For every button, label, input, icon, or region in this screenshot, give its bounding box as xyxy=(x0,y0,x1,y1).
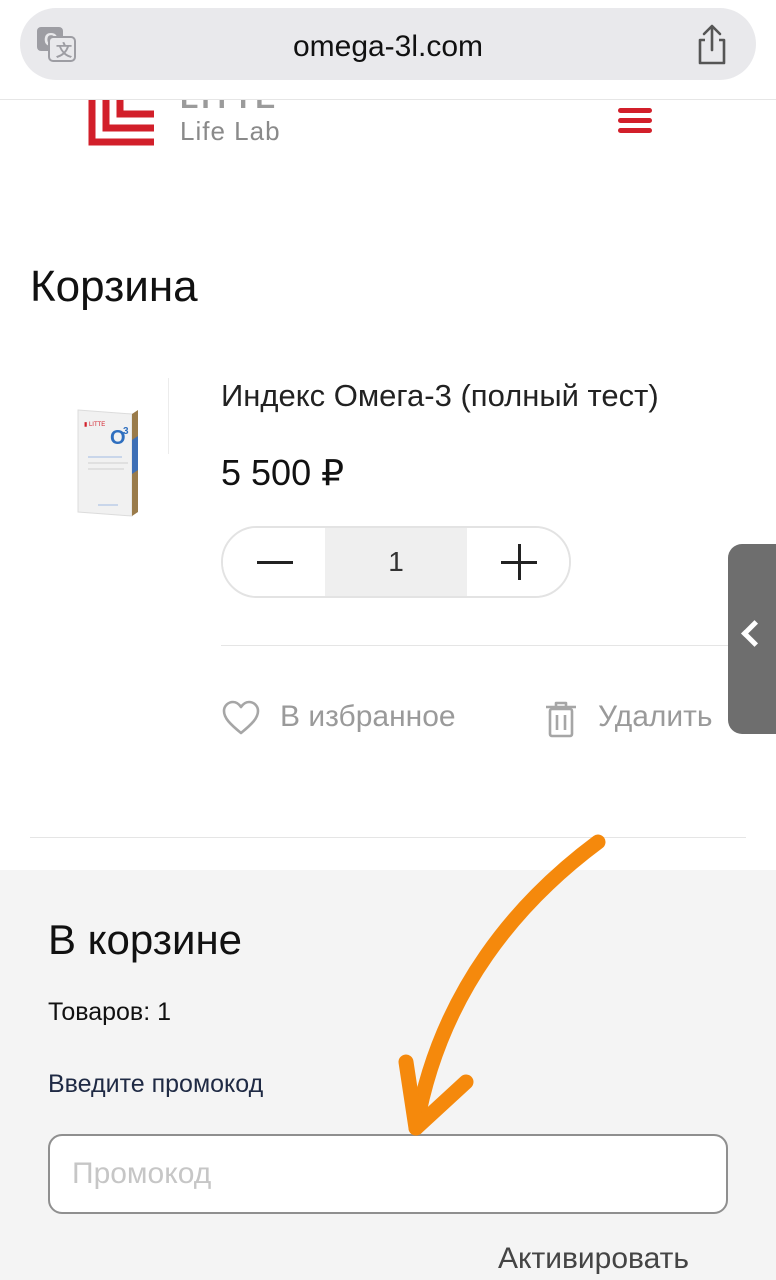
divider xyxy=(30,837,746,838)
browser-toolbar: G 文 omega-3l.com xyxy=(0,0,776,100)
site-logo[interactable]: LITTE Life Lab xyxy=(88,100,308,152)
quantity-value[interactable]: 1 xyxy=(325,528,467,596)
favorites-label: В избранное xyxy=(280,700,456,733)
heart-icon xyxy=(222,700,260,735)
summary-title: В корзине xyxy=(48,916,243,963)
items-count: Товаров: 1 xyxy=(48,998,172,1026)
address-bar[interactable]: G 文 omega-3l.com xyxy=(20,8,756,80)
page-title: Корзина xyxy=(30,262,198,311)
svg-text:3: 3 xyxy=(123,426,129,437)
logo-mark-icon xyxy=(88,100,154,146)
thumb-divider xyxy=(168,378,169,454)
share-icon[interactable] xyxy=(694,24,730,66)
logo-name: LITTE xyxy=(180,100,278,116)
promo-code-label: Введите промокод xyxy=(48,1070,264,1098)
side-panel-toggle[interactable] xyxy=(728,544,776,734)
trash-icon xyxy=(546,701,576,738)
promo-code-input[interactable] xyxy=(48,1134,728,1214)
hamburger-menu-icon[interactable] xyxy=(618,108,652,134)
svg-text:▮ LITTE: ▮ LITTE xyxy=(84,422,105,428)
increase-quantity-button[interactable] xyxy=(467,528,569,596)
activate-promo-button[interactable]: Активировать xyxy=(498,1242,689,1276)
cart-summary: В корзине Товаров: 1 Введите промокод Ак… xyxy=(0,870,776,1280)
logo-subtitle: Life Lab xyxy=(180,116,281,146)
quantity-stepper: 1 xyxy=(221,526,571,598)
divider xyxy=(221,645,741,646)
product-name[interactable]: Индекс Омега-3 (полный тест) xyxy=(221,378,659,414)
product-price: 5 500 ₽ xyxy=(221,452,344,493)
delete-label: Удалить xyxy=(598,700,713,733)
product-image[interactable]: ▮ LITTE O 3 xyxy=(58,380,170,520)
decrease-quantity-button[interactable] xyxy=(223,528,325,596)
url-text[interactable]: omega-3l.com xyxy=(20,30,756,64)
site-header: LITTE Life Lab xyxy=(0,100,776,160)
